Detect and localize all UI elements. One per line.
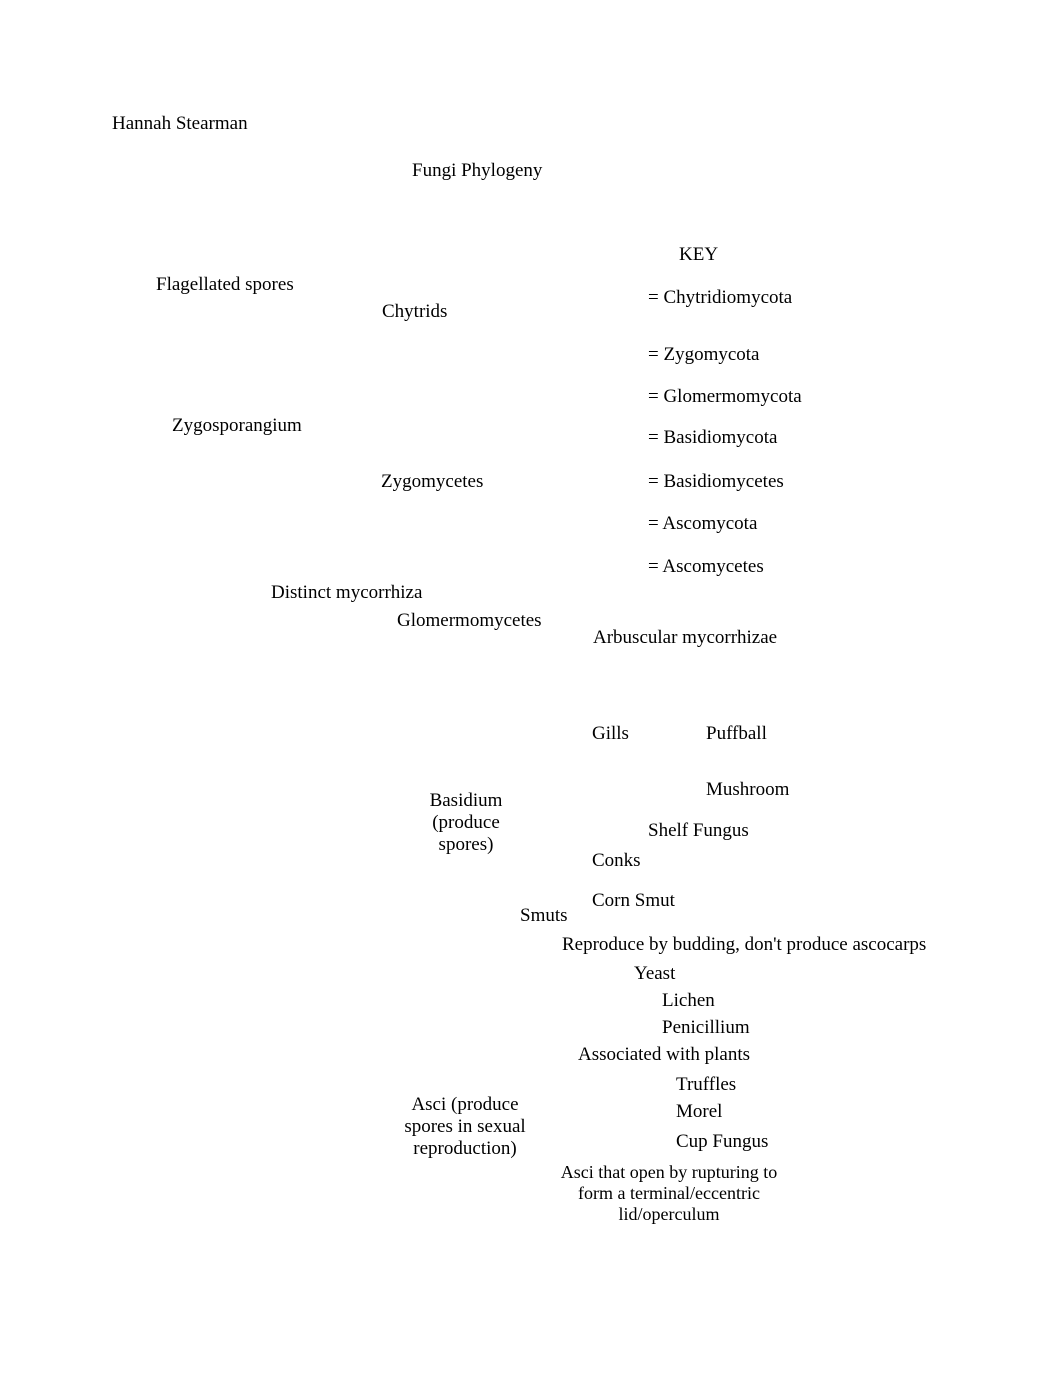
node-zygosporangium: Zygosporangium (172, 415, 302, 437)
node-flagellated-spores: Flagellated spores (156, 274, 294, 296)
node-penicillium: Penicillium (662, 1017, 750, 1039)
node-conks: Conks (592, 850, 641, 872)
node-basidium: Basidium (produce spores) (426, 790, 506, 856)
node-associated-with-plants: Associated with plants (578, 1044, 750, 1066)
node-asci: Asci (produce spores in sexual reproduct… (400, 1094, 530, 1160)
node-gills: Gills (592, 723, 629, 745)
key-item-zygomycota: = Zygomycota (648, 344, 760, 366)
node-lichen: Lichen (662, 990, 715, 1012)
page-title: Fungi Phylogeny (412, 160, 542, 182)
node-truffles: Truffles (676, 1074, 736, 1096)
node-zygomycetes: Zygomycetes (381, 471, 483, 493)
node-asci-note: Asci that open by rupturing to form a te… (549, 1162, 789, 1225)
node-budding-note: Reproduce by budding, don't produce asco… (562, 934, 926, 956)
key-item-glomermomycota: = Glomermomycota (648, 386, 802, 408)
node-morel: Morel (676, 1101, 722, 1123)
key-item-ascomycetes: = Ascomycetes (648, 556, 764, 578)
node-yeast: Yeast (634, 963, 675, 985)
node-chytrids: Chytrids (382, 301, 447, 323)
node-puffball: Puffball (706, 723, 767, 745)
key-item-basidiomycetes: = Basidiomycetes (648, 471, 784, 493)
node-shelf-fungus: Shelf Fungus (648, 820, 749, 842)
node-arbuscular-mycorrhizae: Arbuscular mycorrhizae (593, 627, 777, 649)
node-distinct-mycorrhiza: Distinct mycorrhiza (271, 582, 422, 604)
key-item-basidiomycota: = Basidiomycota (648, 427, 777, 449)
node-glomermomycetes: Glomermomycetes (397, 610, 542, 632)
author-name: Hannah Stearman (112, 113, 248, 135)
node-corn-smut: Corn Smut (592, 890, 675, 912)
key-item-ascomycota: = Ascomycota (648, 513, 757, 535)
node-mushroom: Mushroom (706, 779, 789, 801)
node-cup-fungus: Cup Fungus (676, 1131, 768, 1153)
node-smuts: Smuts (520, 905, 568, 927)
key-heading: KEY (679, 244, 718, 266)
key-item-chytridiomycota: = Chytridiomycota (648, 287, 792, 309)
